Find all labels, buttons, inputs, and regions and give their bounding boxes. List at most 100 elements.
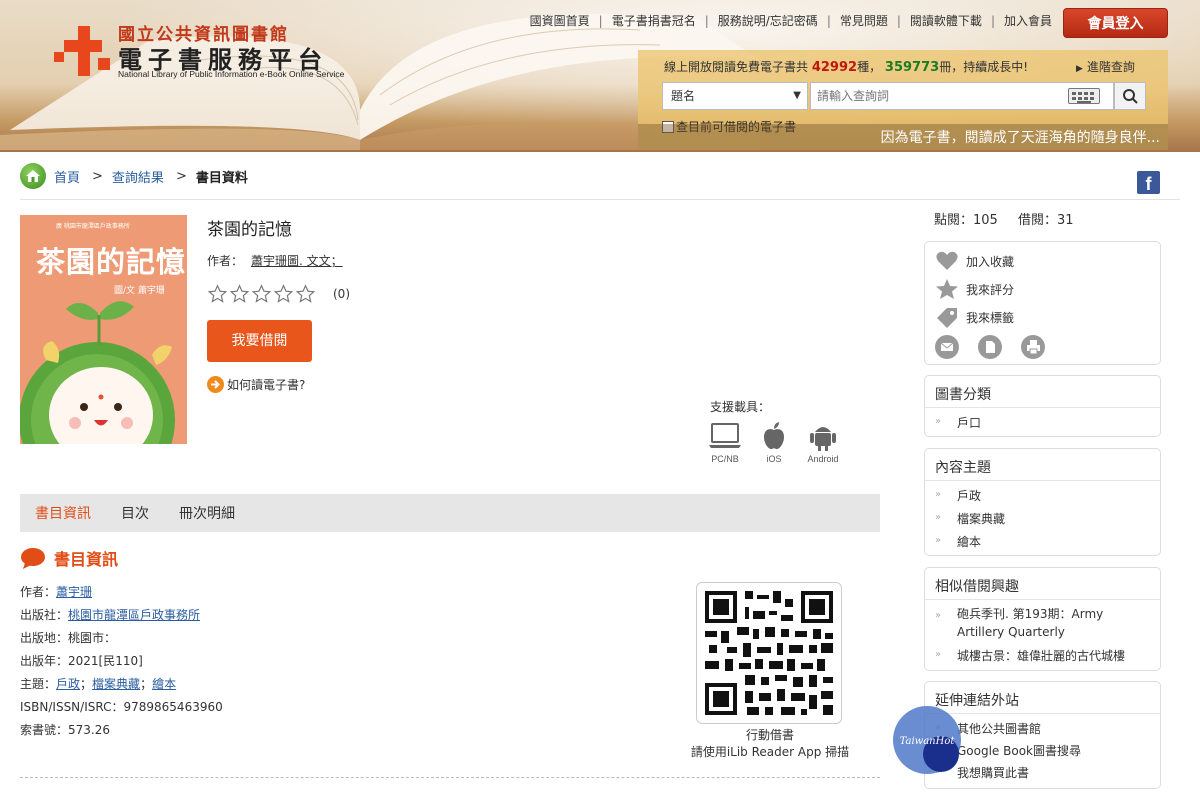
device-ios: iOS <box>761 420 787 464</box>
meta-isbn: ISBN/ISSN/ISRC：9789865463960 <box>20 700 223 714</box>
speech-bubble-icon <box>21 548 45 569</box>
view-stats: 點閱：105 借閱：31 <box>934 213 1074 228</box>
star-icon[interactable] <box>229 284 250 304</box>
meta-publisher: 出版社：桃園市龍潭區戶政事務所 <box>20 608 201 622</box>
divider <box>20 777 880 778</box>
site-header: 國立公共資訊圖書館 電子書服務平台 National Library of Pu… <box>0 0 1200 152</box>
how-to-read-link[interactable]: 如何讀電子書? <box>207 376 305 393</box>
detail-tabs: 書目資訊 目次 冊次明細 <box>20 494 880 532</box>
similar-card: 相似借閱興趣 » 砲兵季刊. 第193期：Army Artillery Quart… <box>924 567 1161 671</box>
rating-count: (0) <box>333 287 350 301</box>
play-arrow-icon: ▶ <box>1076 64 1083 74</box>
nav-library-home[interactable]: 國資圖首頁 <box>530 12 590 29</box>
tag-icon <box>937 308 957 328</box>
external-links-title: 延伸連結外站 <box>925 682 1160 714</box>
device-android: Android <box>806 420 840 464</box>
tag-button[interactable]: 我來標籤 <box>925 303 1160 331</box>
meta-call-number: 索書號：573.26 <box>20 723 111 737</box>
site-logo[interactable]: 國立公共資訊圖書館 電子書服務平台 National Library of Pu… <box>54 18 384 84</box>
similar-item[interactable]: » 砲兵季刊. 第193期：Army Artillery Quarterly <box>925 605 1160 647</box>
nav-join-member[interactable]: 加入會員 <box>1004 12 1052 29</box>
subject-link[interactable]: 戶政 <box>56 677 80 691</box>
book-cover: 廣 桃園市龍潭區戶政事務所 茶園的記憶 圖/文 蕭宇珊 <box>20 215 187 444</box>
virtual-keyboard-icon[interactable] <box>1068 88 1100 104</box>
cover-top-text: 廣 桃園市龍潭區戶政事務所 <box>56 223 130 230</box>
cover-subtitle: 圖/文 蕭宇珊 <box>114 286 165 296</box>
chevron-right-icon: » <box>935 610 942 621</box>
rating-stars: (0) <box>207 284 350 304</box>
breadcrumb-results[interactable]: 查詢結果 <box>112 167 164 186</box>
nav-reader-download[interactable]: 閱讀軟體下載 <box>910 12 982 29</box>
breadcrumb-home[interactable]: 首頁 <box>54 167 80 186</box>
slogan-bar: 因為電子書，閱讀成了天涯海角的隨身良伴... <box>638 124 1168 150</box>
print-icon[interactable] <box>1021 335 1045 359</box>
search-button[interactable] <box>1114 82 1146 110</box>
laptop-icon <box>709 423 741 448</box>
author-link[interactable]: 蕭宇珊圖. 文文； <box>251 254 343 268</box>
rate-button[interactable]: 我來評分 <box>925 275 1160 303</box>
nav-ebook-donation[interactable]: 電子書捐書冠名 <box>612 12 696 29</box>
book-title: 茶園的記憶 <box>207 220 292 240</box>
chevron-right-icon: » <box>935 489 942 500</box>
bibliographic-details: 作者：蕭宇珊 出版社：桃園市龍潭區戶政事務所 出版地：桃園市： 出版年：2021… <box>20 582 223 743</box>
category-item[interactable]: » 戶口 <box>925 414 1160 431</box>
document-icon[interactable] <box>978 335 1002 359</box>
chevron-right-icon: » <box>935 535 942 546</box>
similar-item[interactable]: » 城樓古景：雄偉壯麗的古代城樓 <box>925 647 1160 667</box>
top-navigation: 國資圖首頁 | 電子書捐書冠名 | 服務說明/忘記密碼 | 常見問題 | 閱讀軟體下載 |… <box>529 12 1052 29</box>
meta-place: 出版地：桃園市： <box>20 631 117 645</box>
cover-title: 茶園的記憶 <box>36 245 187 279</box>
subject-link[interactable]: 檔案典藏 <box>92 677 140 691</box>
topic-item[interactable]: » 繪本 <box>925 533 1160 556</box>
chevron-down-icon: ▼ <box>793 90 801 101</box>
member-login-button[interactable]: 會員登入 <box>1063 8 1168 38</box>
home-icon[interactable] <box>20 163 46 189</box>
watermark-logo: TaiwanHot <box>893 706 961 774</box>
tab-volume-details[interactable]: 冊次明細 <box>164 503 250 523</box>
arrow-right-circle-icon <box>207 376 224 393</box>
borrow-button[interactable]: 我要借閱 <box>207 320 312 362</box>
category-card: 圖書分類 » 戶口 <box>924 375 1161 437</box>
meta-year: 出版年：2021[民110] <box>20 654 143 668</box>
advanced-search-link[interactable]: ▶ 進階查詢 <box>1076 58 1135 75</box>
facebook-icon[interactable]: f <box>1137 171 1160 194</box>
star-icon[interactable] <box>295 284 316 304</box>
subject-link[interactable]: 繪本 <box>152 677 176 691</box>
search-field-select[interactable]: 題名 ▼ <box>662 82 808 110</box>
qr-code <box>696 582 842 724</box>
meta-publisher-link[interactable]: 桃園市龍潭區戶政事務所 <box>68 608 200 622</box>
add-favorite-button[interactable]: 加入收藏 <box>925 247 1160 275</box>
email-icon[interactable] <box>935 335 959 359</box>
search-icon <box>1123 89 1138 104</box>
borrows-count: 31 <box>1057 213 1074 228</box>
qr-code-image <box>705 591 833 715</box>
topic-item[interactable]: » 檔案典藏 <box>925 510 1160 533</box>
meta-subjects: 主題：戶政；檔案典藏；繪本 <box>20 677 177 691</box>
qr-caption: 行動借書 <box>745 728 794 742</box>
heart-icon <box>936 251 958 270</box>
nav-faq[interactable]: 常見問題 <box>840 12 888 29</box>
meta-author-link[interactable]: 蕭宇珊 <box>56 585 92 599</box>
android-icon <box>810 427 836 451</box>
apple-icon <box>764 422 784 450</box>
tab-bibliographic-info[interactable]: 書目資訊 <box>20 503 106 523</box>
titles-count: 42992 <box>811 60 858 75</box>
tab-table-of-contents[interactable]: 目次 <box>106 503 164 523</box>
logo-english-name: National Library of Public Information e… <box>118 69 345 79</box>
star-icon[interactable] <box>207 284 228 304</box>
star-icon[interactable] <box>273 284 294 304</box>
divider <box>20 199 1180 200</box>
chevron-right-icon: » <box>935 416 942 427</box>
external-link[interactable]: »我想購買此書 <box>925 764 1160 786</box>
nav-service-help[interactable]: 服務說明/忘記密碼 <box>718 12 818 29</box>
topic-card: 內容主題 » 戶政 » 檔案典藏 » 繪本 <box>924 448 1161 556</box>
logo-mark-icon <box>54 22 110 78</box>
device-pc: PC/NB <box>708 420 742 464</box>
star-icon[interactable] <box>251 284 272 304</box>
section-heading: 書目資訊 <box>20 546 118 570</box>
topic-item[interactable]: » 戶政 <box>925 487 1160 510</box>
breadcrumb-current: 書目資料 <box>195 170 248 186</box>
collection-stats: 線上開放閱讀免費電子書共 42992種， 359773冊，持續成長中! <box>664 60 1029 75</box>
star-icon <box>936 279 958 299</box>
action-card: 加入收藏 我來評分 我來標籤 <box>924 241 1161 365</box>
